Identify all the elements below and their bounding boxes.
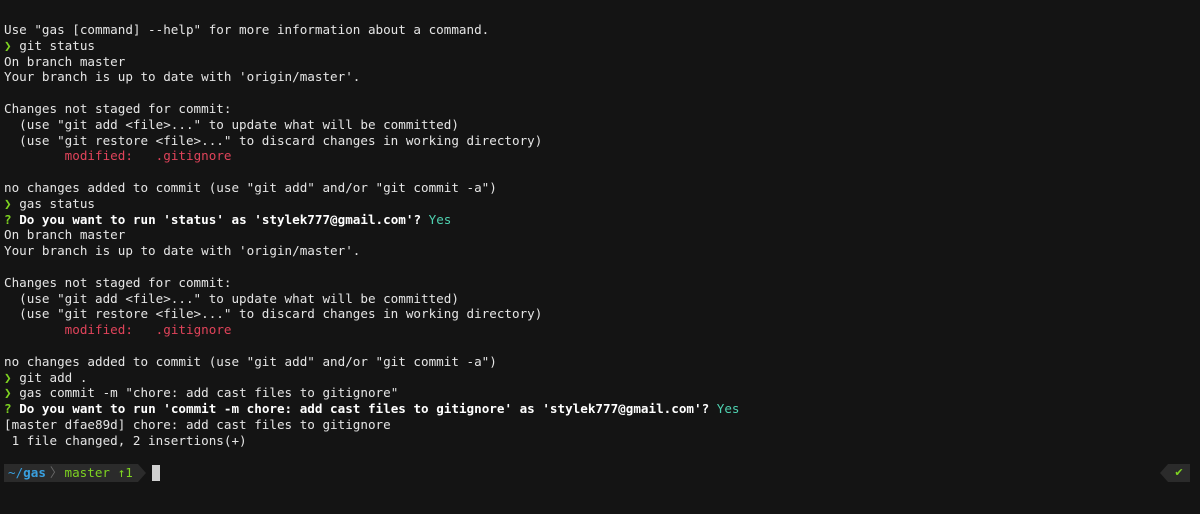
command-text: git add . bbox=[19, 369, 88, 385]
command-text: git status bbox=[19, 37, 96, 53]
git-ahead-count: ↑1 bbox=[117, 465, 133, 481]
command-text: gas status bbox=[19, 195, 96, 211]
output-line: Changes not staged for commit: bbox=[4, 274, 232, 290]
answer-text: Yes bbox=[716, 401, 740, 417]
output-line: Changes not staged for commit: bbox=[4, 100, 232, 116]
prompt-chevron-icon: ❯ bbox=[4, 37, 12, 53]
text-cursor[interactable] bbox=[151, 465, 160, 481]
modified-file-line: modified: .gitignore bbox=[4, 148, 1200, 164]
command-line: ❯ gas commit -m "chore: add cast files t… bbox=[4, 385, 1200, 401]
modified-filename: .gitignore bbox=[155, 322, 232, 338]
success-check-icon: ✔ bbox=[1168, 464, 1190, 482]
output-line: On branch master bbox=[4, 227, 126, 243]
question-text: Do you want to run 'status' as 'stylek77… bbox=[19, 211, 422, 227]
answer-text: Yes bbox=[428, 211, 452, 227]
modified-label: modified: bbox=[4, 322, 156, 338]
output-line: no changes added to commit (use "git add… bbox=[4, 353, 497, 369]
git-branch-name: master bbox=[64, 465, 111, 481]
command-line: ❯ git add . bbox=[4, 370, 1200, 386]
output-line: On branch master bbox=[4, 53, 126, 69]
question-line: ? Do you want to run 'commit -m chore: a… bbox=[4, 401, 1200, 417]
command-text: gas commit -m "chore: add cast files to … bbox=[19, 385, 399, 401]
prompt-chevron-icon: ❯ bbox=[4, 385, 12, 401]
output-line: [master dfae89d] chore: add cast files t… bbox=[4, 416, 391, 432]
output-line: Your branch is up to date with 'origin/m… bbox=[4, 69, 361, 85]
output-line: (use "git restore <file>..." to discard … bbox=[4, 132, 543, 148]
segment-separator-icon: 〉 bbox=[49, 465, 63, 481]
prompt-git-segment: 〉 master ↑1 bbox=[49, 464, 138, 482]
command-line: ❯ gas status bbox=[4, 196, 1200, 212]
modified-filename: .gitignore bbox=[155, 148, 232, 164]
command-line: ❯ git status bbox=[4, 38, 1200, 54]
shell-prompt[interactable]: ~/gas 〉 master ↑1 bbox=[4, 464, 160, 482]
question-mark-icon: ? bbox=[4, 211, 12, 227]
output-line: (use "git add <file>..." to update what … bbox=[4, 116, 459, 132]
output-line: (use "git add <file>..." to update what … bbox=[4, 290, 459, 306]
output-line: 1 file changed, 2 insertions(+) bbox=[4, 432, 247, 448]
status-arrow-icon bbox=[1160, 464, 1168, 482]
question-mark-icon: ? bbox=[4, 401, 12, 417]
prompt-chevron-icon: ❯ bbox=[4, 369, 12, 385]
prompt-directory-segment: ~/gas bbox=[4, 464, 50, 482]
output-line: Your branch is up to date with 'origin/m… bbox=[4, 243, 361, 259]
modified-file-line: modified: .gitignore bbox=[4, 322, 1200, 338]
terminal-window[interactable]: Use "gas [command] --help" for more info… bbox=[0, 0, 1200, 514]
prompt-right-status: ✔ bbox=[1160, 464, 1190, 482]
prompt-chevron-icon: ❯ bbox=[4, 195, 12, 211]
question-line: ? Do you want to run 'status' as 'stylek… bbox=[4, 212, 1200, 228]
directory-name: gas bbox=[23, 465, 46, 481]
modified-label: modified: bbox=[4, 148, 156, 164]
question-text: Do you want to run 'commit -m chore: add… bbox=[19, 401, 710, 417]
output-line: (use "git restore <file>..." to discard … bbox=[4, 306, 543, 322]
segment-end-arrow-icon bbox=[137, 464, 146, 482]
help-line: Use "gas [command] --help" for more info… bbox=[4, 22, 490, 37]
output-line: no changes added to commit (use "git add… bbox=[4, 179, 497, 195]
directory-prefix: ~/ bbox=[8, 465, 24, 481]
